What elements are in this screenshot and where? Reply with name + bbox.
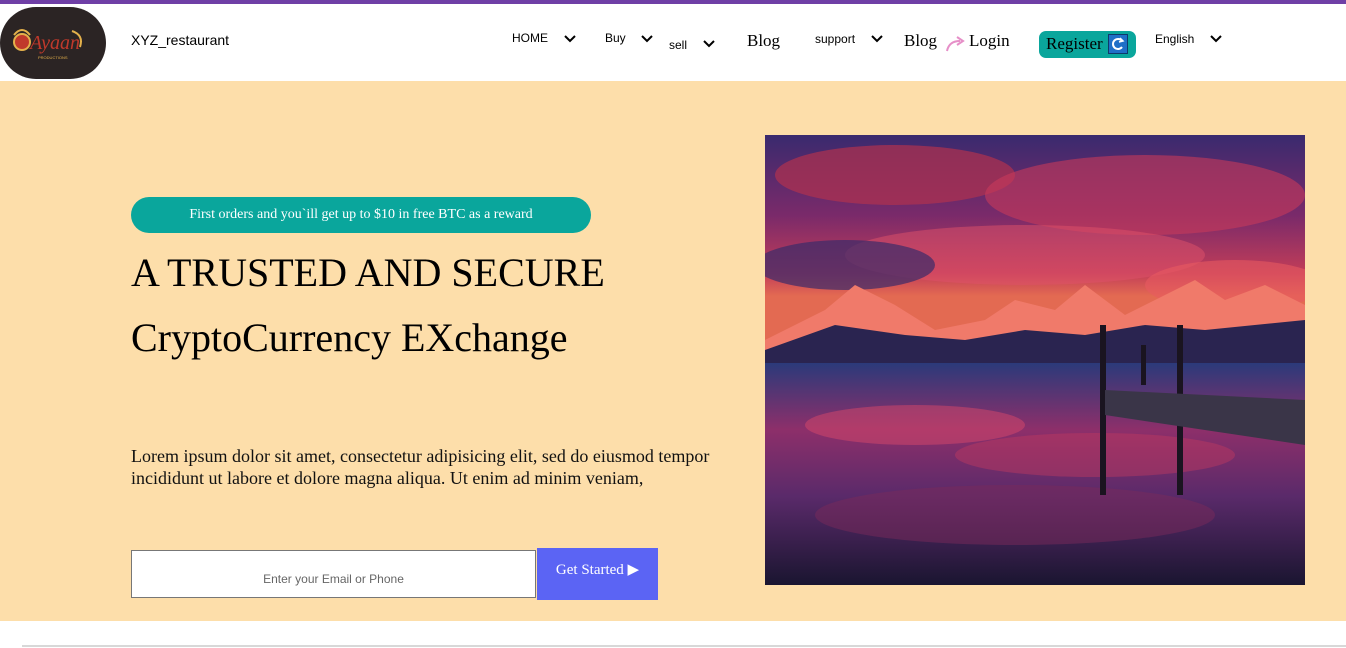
navbar: Ayaan PRODUCTIONS XYZ_restaurant HOME Bu… [0, 4, 1346, 81]
logo-subtext: PRODUCTIONS [38, 55, 68, 60]
get-started-button[interactable]: Get Started ▶ [537, 548, 658, 600]
nav-support[interactable]: support [815, 32, 855, 46]
email-field-wrapper [131, 550, 536, 598]
promo-badge: First orders and you`ill get up to $10 i… [131, 197, 591, 233]
logo-text: Ayaan [28, 32, 80, 54]
hero-image [765, 135, 1305, 585]
nav-blog-2[interactable]: Blog [904, 31, 937, 51]
nav-blog[interactable]: Blog [747, 31, 780, 51]
language-select[interactable]: English [1155, 32, 1194, 46]
chevron-down-icon[interactable] [703, 40, 715, 48]
logo[interactable]: Ayaan PRODUCTIONS [0, 7, 106, 79]
email-field[interactable] [132, 551, 535, 597]
nav-home[interactable]: HOME [512, 31, 548, 45]
hero-headline-line1: A TRUSTED AND SECURE [131, 250, 605, 295]
nav-sell[interactable]: sell [669, 38, 687, 52]
register-label: Register [1046, 34, 1103, 53]
chevron-down-icon[interactable] [641, 35, 653, 43]
hero-headline-line2: CryptoCurrency EXchange [131, 315, 568, 360]
refresh-icon [1108, 34, 1128, 54]
chevron-down-icon[interactable] [871, 35, 883, 43]
hero-description: Lorem ipsum dolor sit amet, consectetur … [131, 446, 710, 488]
login-arrow-icon[interactable] [945, 35, 967, 53]
hero-section: First orders and you`ill get up to $10 i… [0, 81, 1346, 621]
register-button[interactable]: Register [1039, 31, 1136, 58]
chevron-down-icon[interactable] [1210, 35, 1222, 43]
site-name: XYZ_restaurant [131, 32, 230, 48]
chevron-down-icon[interactable] [564, 35, 576, 43]
nav-login[interactable]: Login [969, 31, 1010, 51]
divider [22, 645, 1346, 647]
nav-buy[interactable]: Buy [605, 31, 626, 45]
